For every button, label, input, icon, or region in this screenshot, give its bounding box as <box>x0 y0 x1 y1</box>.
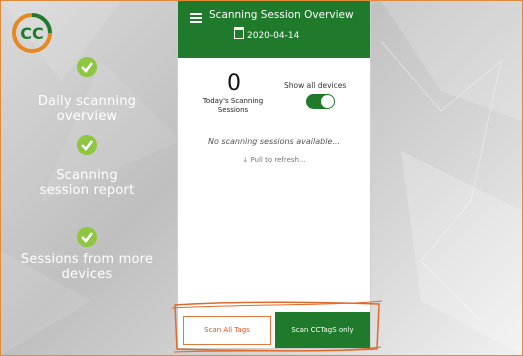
menu-icon[interactable] <box>190 13 202 23</box>
check-circle-icon <box>77 227 97 247</box>
phone-screen: Scanning Session Overview 2020-04-14 0 T… <box>178 1 370 348</box>
date-display[interactable]: 2020-04-14 <box>234 27 299 41</box>
empty-state-message: No scanning sessions available... <box>207 137 340 146</box>
feature-label: Scanning session report <box>39 168 135 198</box>
pull-to-refresh-hint: ↓ Pull to refresh... <box>242 156 306 164</box>
toggle-knob <box>321 95 334 108</box>
show-all-devices-toggle[interactable] <box>306 94 335 109</box>
feature-label: Sessions from more devices <box>20 252 154 282</box>
feature-session-report: Scanning session report <box>1 134 173 198</box>
calendar-icon <box>234 27 244 39</box>
button-highlight-sketch <box>171 300 383 353</box>
page-title: Scanning Session Overview <box>209 9 354 21</box>
cc-logo-icon: CC <box>12 13 52 53</box>
sessions-count: 0 <box>227 71 241 96</box>
feature-more-devices: Sessions from more devices <box>1 226 173 282</box>
check-circle-icon <box>77 57 97 77</box>
show-all-devices-label: Show all devices <box>284 81 347 90</box>
feature-label: Daily scanning overview <box>37 94 137 124</box>
check-circle-icon <box>77 135 97 155</box>
date-text: 2020-04-14 <box>247 31 300 41</box>
sessions-count-label: Today's Scanning Sessions <box>202 97 264 114</box>
promo-frame: CC Daily scanning overview Scanning sess… <box>0 0 523 356</box>
svg-text:CC: CC <box>20 24 43 43</box>
app-header: Scanning Session Overview 2020-04-14 <box>178 1 370 58</box>
feature-daily-overview: Daily scanning overview <box>1 56 173 124</box>
